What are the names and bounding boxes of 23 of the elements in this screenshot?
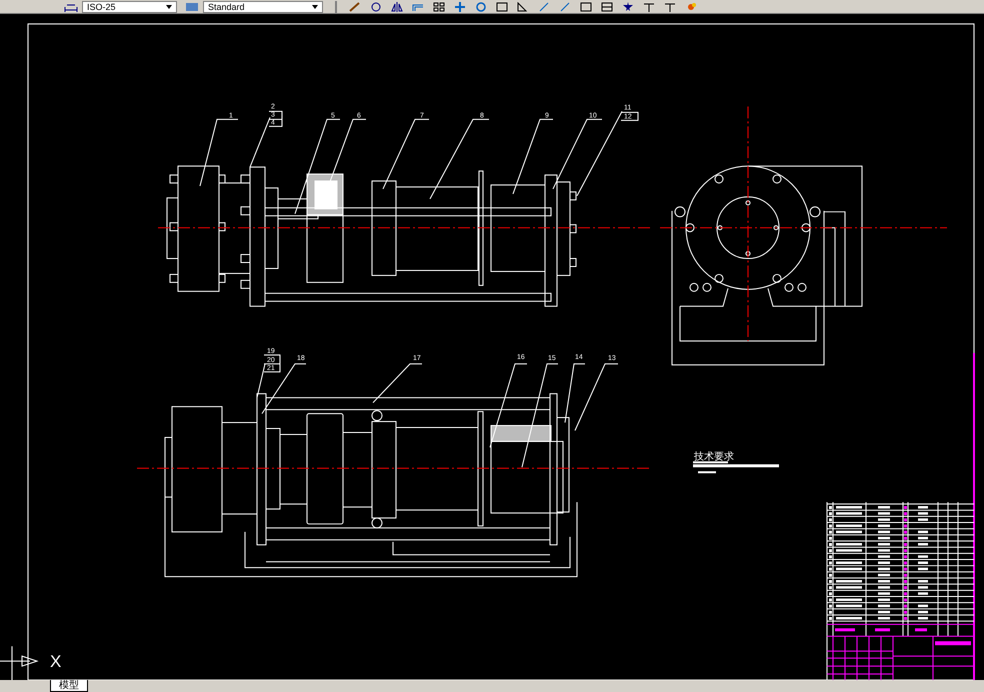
caret-icon — [166, 4, 172, 8]
leader-line — [552, 118, 602, 190]
pencil-icon[interactable] — [349, 2, 361, 12]
leader-line — [200, 118, 238, 186]
leader-line — [372, 363, 422, 404]
notes-heading: 技术要求 — [694, 451, 734, 462]
text-style-icon[interactable] — [185, 2, 199, 12]
dimension-style-dropdown[interactable]: ISO-25 — [82, 0, 177, 12]
layout-tab[interactable]: 模型 — [50, 680, 88, 692]
caret-icon — [312, 4, 318, 8]
array-icon[interactable] — [433, 2, 445, 12]
explode-icon[interactable] — [685, 2, 697, 12]
leader-line — [250, 116, 270, 168]
mirror-icon[interactable] — [391, 2, 403, 12]
move-icon[interactable] — [454, 2, 466, 12]
circle-icon[interactable] — [370, 2, 382, 12]
leader-line — [382, 118, 430, 190]
offset-icon[interactable] — [412, 2, 424, 12]
ucs-icon — [0, 646, 39, 680]
dimension-icon[interactable] — [64, 2, 78, 12]
text-style-dropdown[interactable]: Standard — [203, 0, 323, 12]
star-icon[interactable] — [622, 2, 634, 12]
axis-label: X — [50, 652, 62, 672]
